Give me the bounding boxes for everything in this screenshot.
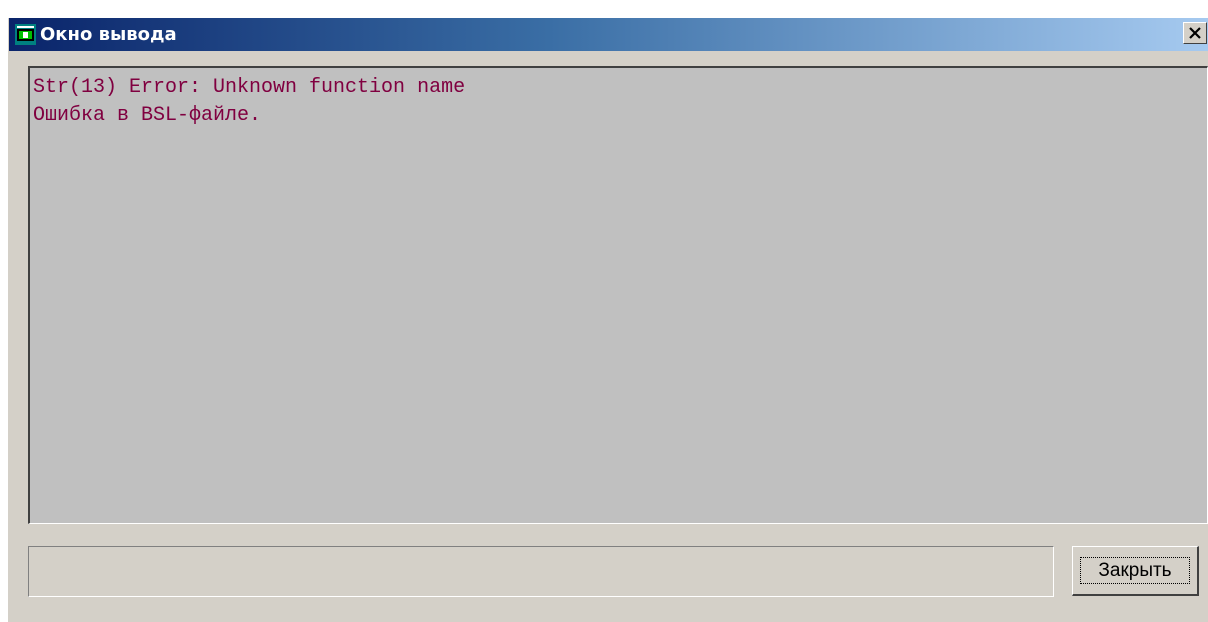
window-title: Окно вывода bbox=[40, 24, 177, 45]
close-button[interactable]: Закрыть bbox=[1072, 546, 1199, 596]
output-window: Окно вывода Str(13) Error: Unknown funct… bbox=[8, 18, 1208, 622]
output-window-icon bbox=[15, 24, 36, 45]
close-button-label: Закрыть bbox=[1080, 557, 1190, 584]
output-line: Ошибка в BSL-файле. bbox=[33, 104, 262, 127]
status-field bbox=[28, 546, 1054, 597]
output-text-area[interactable]: Str(13) Error: Unknown function name Оши… bbox=[28, 66, 1208, 524]
output-line: Str(13) Error: Unknown function name bbox=[33, 76, 466, 99]
window-close-button[interactable] bbox=[1183, 22, 1207, 44]
title-bar[interactable]: Окно вывода bbox=[9, 18, 1208, 51]
close-icon bbox=[1189, 27, 1201, 39]
